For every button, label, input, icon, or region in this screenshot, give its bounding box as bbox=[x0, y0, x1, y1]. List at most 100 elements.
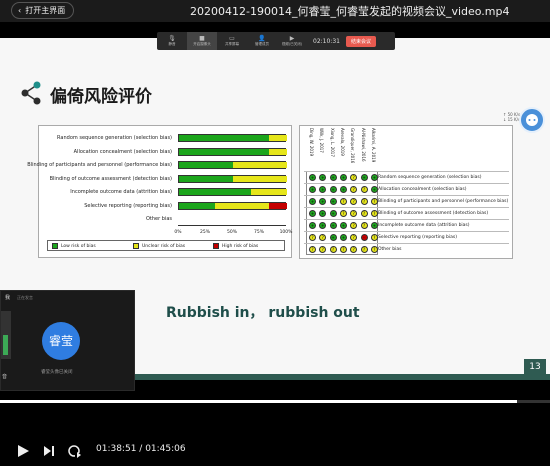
chat-icon bbox=[526, 114, 538, 126]
table-row: ??????? Other bias bbox=[304, 243, 509, 255]
molecule-icon bbox=[21, 81, 41, 105]
risk-cell: + bbox=[329, 222, 337, 229]
risk-cell: + bbox=[339, 222, 347, 229]
stacked-bar bbox=[178, 161, 287, 169]
category-label: Allocation concealment (selection bias) bbox=[73, 148, 172, 155]
risk-cell: ? bbox=[350, 222, 358, 229]
risk-cell: ? bbox=[350, 186, 358, 193]
table-row: ?? + +? -? Selective reporting (reporting bi… bbox=[304, 231, 509, 243]
risk-cell: + bbox=[319, 222, 327, 229]
panel-header: 我 bbox=[5, 295, 11, 301]
slide-quote: Rubbish in， rubbish out bbox=[166, 305, 360, 321]
avatar: 睿莹 bbox=[42, 322, 80, 360]
bar-segment-unclear bbox=[233, 175, 287, 182]
risk-cell: + bbox=[370, 186, 378, 193]
back-icon: ‹ bbox=[18, 6, 22, 15]
legend-swatch-low bbox=[52, 243, 58, 249]
bar-segment-low bbox=[179, 202, 215, 209]
study-column-header: Alkarimi, A. 2019 bbox=[370, 128, 376, 163]
risk-cell: + bbox=[309, 174, 316, 181]
player-controls: 01:38:51 / 01:45:06 bbox=[0, 400, 550, 466]
back-to-main-button[interactable]: ‹ 打开主界面 bbox=[11, 2, 75, 19]
next-icon[interactable] bbox=[43, 446, 55, 456]
risk-cell: ? bbox=[360, 186, 368, 193]
toolbar-item-label: 视频(已关闭) bbox=[281, 42, 303, 46]
risk-of-bias-graph: Random sequence generation (selection bi… bbox=[27, 125, 292, 258]
toolbar-item-label: 管理成员 bbox=[255, 42, 269, 46]
risk-cell: ? bbox=[370, 234, 378, 241]
toolbar-item-mic[interactable]: 🎙 静音 bbox=[157, 32, 187, 50]
toolbar-item-camera[interactable]: ■ 开启摄像头 bbox=[187, 32, 217, 50]
legend-low: Low risk of bias bbox=[61, 243, 96, 249]
risk-cell: + bbox=[339, 186, 347, 193]
progress-track[interactable] bbox=[0, 400, 550, 403]
toolbar-item-members[interactable]: 👤 管理成员 bbox=[247, 32, 277, 50]
toolbar-item-label: 共享屏幕 bbox=[225, 42, 239, 46]
risk-cell: + bbox=[329, 210, 337, 217]
toolbar-item-share-screen[interactable]: ▭ 共享屏幕 bbox=[217, 32, 247, 50]
stacked-bar bbox=[178, 147, 287, 156]
x-tick-label: 50% bbox=[226, 230, 238, 235]
row-label: Selective reporting (reporting bias) bbox=[378, 235, 457, 240]
risk-cell: ? bbox=[360, 222, 368, 229]
risk-cell: ? bbox=[339, 198, 347, 205]
study-column-header: Grandiquer, 2016 bbox=[350, 128, 356, 164]
risk-cell: ? bbox=[370, 198, 378, 205]
play-icon[interactable] bbox=[16, 444, 30, 458]
study-column-header: Al-Nishawi, 2016 bbox=[360, 128, 366, 162]
risk-of-bias-summary: Ding, W. 2019 Wilk, J. 2017 Xiong, L. 2017… bbox=[299, 125, 513, 259]
meeting-timer: 02:10:31 bbox=[313, 37, 340, 45]
risk-cell: ? bbox=[360, 210, 368, 217]
category-label: Incomplete outcome data (attrition bias) bbox=[70, 189, 172, 195]
risk-cell: + bbox=[319, 174, 327, 181]
table-row: + + + +?? + Allocation concealment (selection… bbox=[304, 183, 509, 195]
study-column-header: Arevalo, 2019 bbox=[339, 128, 345, 156]
risk-cell: ? bbox=[350, 198, 358, 205]
row-label: Blinding of outcome assessment (detectio… bbox=[378, 211, 489, 216]
volume-level bbox=[3, 335, 8, 355]
camera-icon: ■ bbox=[199, 35, 205, 42]
end-meeting-button[interactable]: 结束会议 bbox=[345, 35, 376, 47]
stacked-bar bbox=[178, 188, 287, 196]
risk-cell: + bbox=[319, 186, 327, 193]
x-axis bbox=[178, 225, 286, 226]
risk-cell: ? bbox=[329, 246, 337, 253]
assistant-bubble-icon[interactable] bbox=[519, 107, 545, 133]
risk-cell: + bbox=[309, 198, 316, 205]
video-icon: ▶ bbox=[289, 35, 295, 42]
legend-swatch-high bbox=[213, 243, 219, 249]
back-label: 打开主界面 bbox=[25, 6, 66, 15]
download-speed: ↓ 15 K/s bbox=[503, 117, 521, 122]
title-bar: ‹ 打开主界面 20200412-190014_何睿莹_何睿莹发起的视频会议_v… bbox=[0, 0, 550, 22]
row-label: Random sequence generation (selection bi… bbox=[378, 175, 482, 180]
legend-unclear: Unclear risk of bias bbox=[142, 243, 186, 249]
study-column-header: Xiong, L. 2017 bbox=[329, 128, 335, 157]
table-row: + + + +?? + Incomplete outcome data (attritio… bbox=[304, 219, 509, 231]
x-tick-label: 0% bbox=[174, 230, 182, 235]
risk-cell: ? bbox=[339, 210, 347, 217]
category-label: Random sequence generation (selection bi… bbox=[57, 135, 172, 141]
progress-fill bbox=[0, 400, 517, 403]
risk-cell: ? bbox=[319, 234, 327, 241]
x-tick-label: 25% bbox=[199, 230, 211, 235]
category-label: Blinding of participants and personnel (… bbox=[27, 162, 172, 168]
toolbar-item-video[interactable]: ▶ 视频(已关闭) bbox=[277, 32, 307, 50]
row-label: Allocation concealment (selection bias) bbox=[378, 187, 467, 192]
participant-panel[interactable]: 我 正在发言 音 睿莹 睿莹头像已关闭 bbox=[0, 290, 135, 391]
risk-cell: + bbox=[370, 174, 378, 181]
stacked-bar bbox=[178, 201, 287, 210]
category-label: Other bias bbox=[145, 216, 172, 222]
table-row: + + + +? + + Random sequence generation (selec… bbox=[304, 171, 509, 183]
risk-cell: ? bbox=[339, 246, 347, 253]
legend: Low risk of bias Unclear risk of bias Hi… bbox=[47, 240, 285, 251]
loop-icon[interactable] bbox=[67, 444, 81, 458]
bar-segment-low bbox=[179, 148, 269, 155]
x-tick-label: 75% bbox=[253, 230, 265, 235]
risk-cell: ? bbox=[309, 246, 316, 253]
bar-segment-low bbox=[179, 189, 252, 195]
current-time: 01:38:51 bbox=[96, 444, 137, 454]
volume-meter bbox=[1, 311, 11, 359]
slide-footer-bar bbox=[135, 374, 550, 380]
share-screen-icon: ▭ bbox=[229, 35, 235, 42]
bar-segment-high bbox=[268, 202, 287, 209]
